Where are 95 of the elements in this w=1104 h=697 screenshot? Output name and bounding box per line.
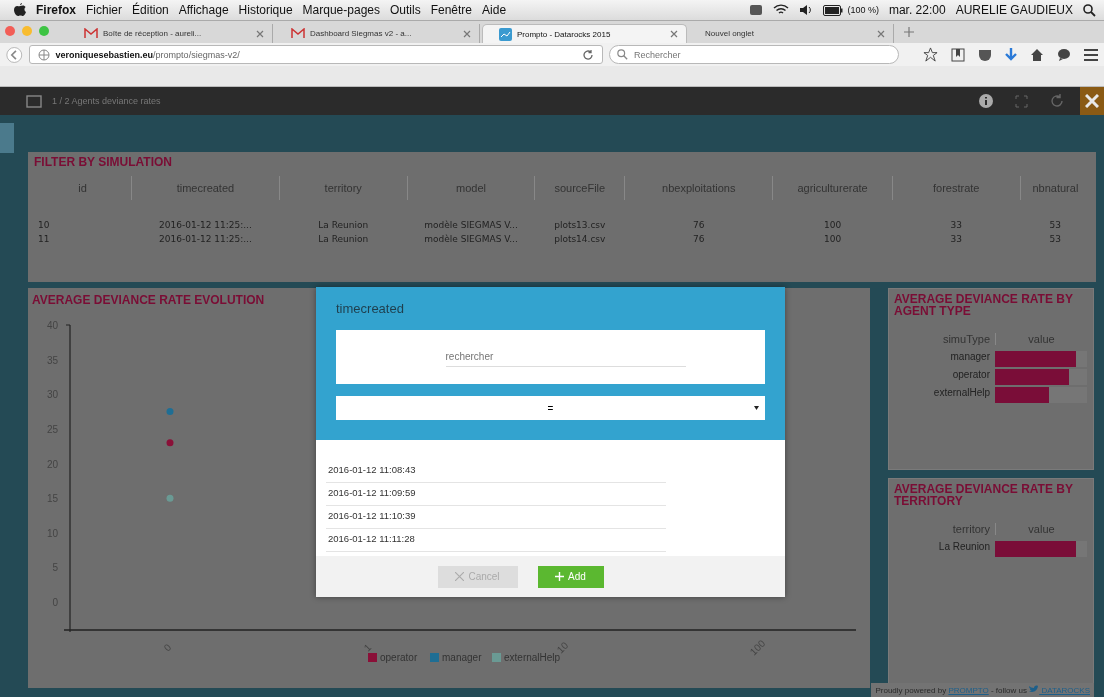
table-cell: 53 [1020,200,1090,232]
close-icon[interactable] [670,30,678,38]
table-cell-text: 100 [822,233,843,246]
row-label: operator [951,369,990,382]
table-cell-text: 33 [949,233,963,246]
chat-icon[interactable] [1057,47,1071,62]
legend-swatch [430,653,439,662]
legend-label: manager [442,652,482,663]
legend-swatch [368,653,377,662]
apple-logo-icon[interactable] [14,3,26,17]
column-header: territory [951,523,990,535]
info-icon[interactable] [979,94,993,108]
table-cell: modèle SIEGMAS V... [407,200,535,232]
panel-title: AVERAGE DEVIANCE RATE BY TERRITORY [894,483,1074,507]
star-icon[interactable] [923,47,938,62]
row-label: manager [949,351,990,364]
bird-icon [1029,685,1040,693]
download-icon[interactable] [1005,47,1017,62]
side-widget-background [0,123,14,153]
close-icon[interactable] [877,29,885,38]
clock[interactable]: mar. 22:00 [888,3,946,17]
user-name[interactable]: AURELIE GAUDIEUX [955,3,1073,17]
site-icon [499,27,512,41]
column-header: simuType [941,333,990,345]
data-point [166,408,174,416]
close-icon [455,572,465,581]
panel-title: AVERAGE DEVIANCE RATE EVOLUTION [31,294,266,306]
volume-icon[interactable] [799,4,814,16]
browser-tab[interactable]: Prompto - Datarocks 2015 [482,24,687,43]
battery-icon[interactable] [823,4,844,16]
panel-title: AVERAGE DEVIANCE RATE BY AGENT TYPE [894,293,1074,317]
close-button[interactable] [1080,87,1104,115]
table-cell-text: plots14.csv [553,233,607,246]
menu-item[interactable]: Fenêtre [430,3,473,17]
address-field[interactable]: veroniquesebastien.eu/prompto/siegmas-v2/ [28,45,603,64]
menu-item[interactable]: Marque-pages [302,3,380,17]
list-option[interactable]: 2016-01-12 11:11:28 [326,529,666,552]
table-cell: 2016-01-12 11:25:... [131,200,280,232]
table-cell-text: 53 [1048,233,1062,246]
search-icon[interactable] [1083,3,1096,17]
menu-item[interactable]: Historique [238,3,293,17]
table-cell: plots13.csv [534,200,625,232]
table-cell-text: 11 [37,233,51,246]
operator-dropdown[interactable]: = [336,396,765,420]
legend-label: externalHelp [504,652,561,663]
close-icon [1085,94,1099,108]
dropdown-caret-icon [754,406,759,410]
table-cell: 100 [772,200,893,232]
column-header: value [995,523,1087,535]
legend-label: operator [380,652,418,663]
close-icon[interactable] [463,29,471,38]
list-option[interactable]: 2016-01-12 11:10:39 [326,506,666,529]
reload-icon[interactable] [582,48,594,61]
plus-icon [555,572,565,581]
home-icon[interactable] [1030,47,1044,62]
window-icon[interactable] [26,94,42,108]
battery-percentage: (100 %) [847,5,879,15]
row-label: externalHelp [932,387,990,400]
pocket-icon[interactable] [978,47,992,62]
menu-item[interactable]: Affichage [178,3,229,17]
search-field[interactable]: Rechercher [609,45,899,64]
menu-item[interactable]: Aide [482,3,507,17]
status-icon[interactable] [749,4,764,16]
menu-item[interactable]: Fichier [86,3,123,17]
refresh-icon[interactable] [1050,94,1064,108]
table-cell: La Reunion [279,200,408,232]
bookmarks-icon[interactable] [951,47,965,62]
mail-icon [291,28,305,39]
table-cell-text: La Reunion [317,233,370,246]
data-point [166,439,174,447]
list-option[interactable]: 2016-01-12 11:08:43 [326,460,666,483]
table-cell-text: 76 [692,233,706,246]
table-cell: 76 [624,200,773,232]
table-cell-text: modèle SIEGMAS V... [423,233,519,246]
row-label: La Reunion [937,541,990,554]
column-header: value [995,333,1087,345]
menu-item[interactable]: Outils [390,3,421,17]
list-option[interactable]: 2016-01-12 11:09:59 [326,483,666,506]
close-icon[interactable] [256,29,264,38]
menu-app-name[interactable]: Firefox [36,3,76,17]
wifi-icon[interactable] [773,4,790,16]
dialog-title: timecreated [336,301,405,316]
panel-title: FILTER BY SIMULATION [34,156,173,168]
presentation-title: 1 / 2 Agents deviance rates [52,96,161,106]
mail-icon [84,28,98,39]
globe-icon [37,48,50,61]
table-cell: 33 [892,200,1021,232]
table-cell-text: 2016-01-12 11:25:... [158,233,253,246]
table-cell: 10 [34,200,132,232]
search-icon [617,49,628,60]
data-point [166,494,174,502]
back-icon[interactable] [6,44,23,65]
menu-item[interactable]: Édition [132,3,169,17]
legend-swatch [492,653,501,662]
menu-icon[interactable] [1084,48,1098,61]
